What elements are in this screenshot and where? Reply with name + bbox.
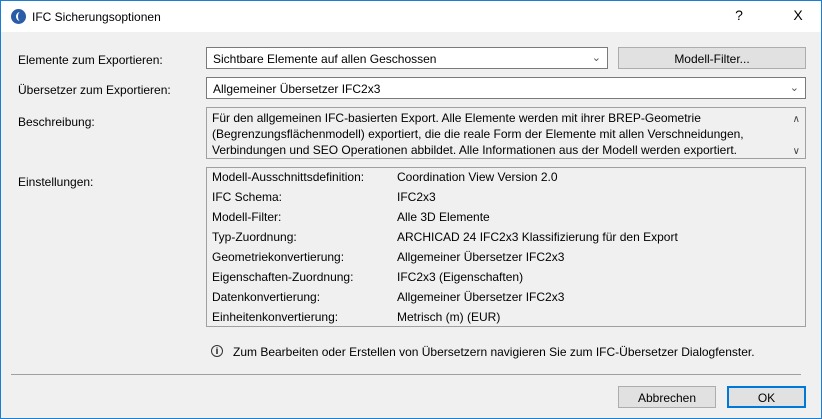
- setting-key: Modell-Ausschnittsdefinition:: [212, 170, 365, 184]
- setting-key: Geometriekonvertierung:: [212, 250, 345, 264]
- model-filter-button[interactable]: Modell-Filter...: [618, 47, 806, 69]
- scroll-up-icon[interactable]: ∧: [793, 112, 800, 128]
- setting-key: IFC Schema:: [212, 190, 283, 204]
- elements-dropdown[interactable]: Sichtbare Elemente auf allen Geschossen …: [206, 47, 608, 69]
- description-label: Beschreibung:: [18, 115, 95, 129]
- separator: [11, 374, 801, 375]
- setting-value: Allgemeiner Übersetzer IFC2x3: [397, 250, 565, 264]
- setting-key: Datenkonvertierung:: [212, 290, 321, 304]
- setting-value: ARCHICAD 24 IFC2x3 Klassifizierung für d…: [397, 230, 678, 244]
- setting-key: Einheitenkonvertierung:: [212, 310, 339, 324]
- dialog-title: IFC Sicherungsoptionen: [32, 10, 161, 24]
- setting-key: Eigenschaften-Zuordnung:: [212, 270, 354, 284]
- elements-value: Sichtbare Elemente auf allen Geschossen: [213, 52, 437, 66]
- setting-value: Coordination View Version 2.0: [397, 170, 558, 184]
- scroll-down-icon[interactable]: ∨: [793, 144, 800, 160]
- info-text: Zum Bearbeiten oder Erstellen von Überse…: [233, 345, 755, 359]
- settings-list: Modell-Ausschnittsdefinition: Coordinatio…: [206, 167, 806, 327]
- setting-key: Typ-Zuordnung:: [212, 230, 297, 244]
- setting-value: IFC2x3: [397, 190, 436, 204]
- chevron-down-icon: ⌄: [789, 82, 799, 94]
- setting-value: Alle 3D Elemente: [397, 210, 490, 224]
- elements-label: Elemente zum Exportieren:: [18, 53, 163, 67]
- help-button[interactable]: ?: [729, 7, 749, 23]
- close-button[interactable]: X: [788, 7, 808, 23]
- setting-key: Modell-Filter:: [212, 210, 282, 224]
- dialog-window: IFC Sicherungsoptionen ? X Elemente zum …: [0, 0, 822, 419]
- archicad-logo-icon: [11, 9, 26, 24]
- description-text: Für den allgemeinen IFC-basierten Export…: [212, 111, 744, 157]
- chevron-down-icon: ⌄: [591, 52, 601, 64]
- ok-button[interactable]: OK: [727, 386, 806, 408]
- cancel-button[interactable]: Abbrechen: [618, 386, 716, 408]
- translator-dropdown[interactable]: Allgemeiner Übersetzer IFC2x3 ⌄: [206, 77, 806, 99]
- setting-value: IFC2x3 (Eigenschaften): [397, 270, 524, 284]
- setting-value: Allgemeiner Übersetzer IFC2x3: [397, 290, 565, 304]
- translator-value: Allgemeiner Übersetzer IFC2x3: [213, 82, 381, 96]
- translator-label: Übersetzer zum Exportieren:: [18, 83, 171, 97]
- description-box: Für den allgemeinen IFC-basierten Export…: [206, 107, 806, 159]
- settings-label: Einstellungen:: [18, 175, 94, 189]
- info-icon: i: [211, 345, 223, 357]
- title-bar: IFC Sicherungsoptionen ? X: [1, 1, 821, 32]
- setting-value: Metrisch (m) (EUR): [397, 310, 501, 324]
